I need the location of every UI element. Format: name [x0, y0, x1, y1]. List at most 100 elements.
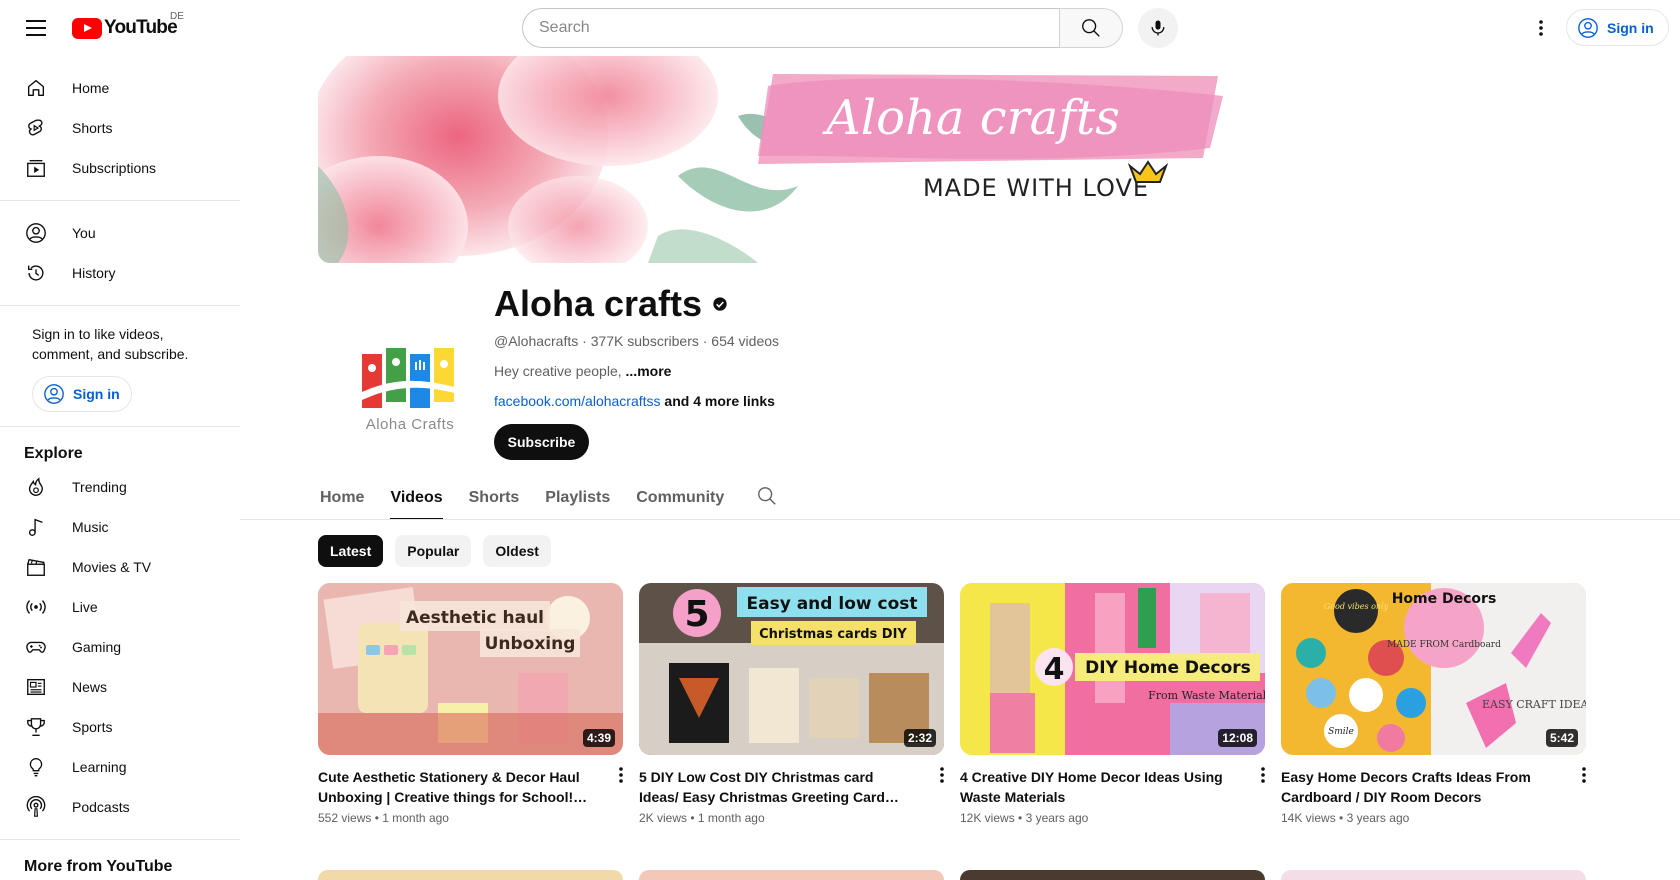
sidebar-item-you[interactable]: You [0, 213, 240, 253]
video-duration: 2:32 [903, 729, 936, 747]
music-icon [24, 515, 48, 539]
sidebar-item-movies[interactable]: Movies & TV [0, 547, 240, 587]
search-button[interactable] [1059, 8, 1123, 48]
video-thumbnail[interactable] [318, 870, 623, 880]
video-menu-button[interactable] [914, 767, 944, 807]
sidebar-item-home[interactable]: Home [0, 68, 240, 108]
sort-chips: Latest Popular Oldest [318, 535, 551, 567]
channel-name: Aloha crafts [494, 283, 728, 325]
sidebar-item-news[interactable]: News [0, 667, 240, 707]
sidebar: Home Shorts Subscriptions You History Si… [0, 56, 240, 876]
history-icon [24, 261, 48, 285]
live-icon [24, 595, 48, 619]
thumb-text-5: Smile [1328, 727, 1354, 737]
tabs-divider [240, 519, 1680, 520]
thumb-text-1: Home Decors [1392, 591, 1497, 607]
video-thumbnail[interactable] [1281, 870, 1586, 880]
video-title[interactable]: 5 DIY Low Cost DIY Christmas card Ideas/… [639, 767, 914, 807]
video-views: 12K views [960, 811, 1015, 825]
video-duration: 12:08 [1218, 729, 1257, 747]
video-thumbnail[interactable]: 4 DIY Home Decors From Waste Materials 1… [960, 583, 1265, 755]
video-views: 2K views [639, 811, 688, 825]
video-age: 3 years ago [1025, 811, 1089, 825]
sidebar-sign-in-button[interactable]: Sign in [32, 376, 132, 412]
sidebar-item-podcasts[interactable]: Podcasts [0, 787, 240, 827]
movies-icon [24, 555, 48, 579]
search-input[interactable] [522, 8, 1059, 48]
channel-description-text: Hey creative people, [494, 363, 626, 379]
sign-in-button[interactable]: Sign in [1566, 9, 1669, 46]
sidebar-item-subscriptions[interactable]: Subscriptions [0, 148, 240, 188]
thumb-text-2: From Waste Materials [1148, 689, 1265, 702]
youtube-logo[interactable]: YouTube DE [72, 11, 184, 39]
more-vert-icon [1539, 20, 1543, 36]
video-thumbnail[interactable] [960, 870, 1265, 880]
sidebar-item-sports[interactable]: Sports [0, 707, 240, 747]
banner-artwork: Aloha crafts MADE WITH LOVE [318, 56, 1238, 263]
sidebar-item-gaming[interactable]: Gaming [0, 627, 240, 667]
microphone-icon [1151, 20, 1165, 36]
chip-latest[interactable]: Latest [318, 535, 384, 567]
sidebar-item-label: Subscriptions [72, 160, 157, 176]
avatar-label: Aloha Crafts [365, 415, 455, 433]
settings-menu-button[interactable] [1526, 13, 1556, 43]
youtube-play-icon [72, 17, 102, 39]
more-links-button[interactable]: and 4 more links [661, 393, 775, 409]
sidebar-item-history[interactable]: History [0, 253, 240, 293]
tab-playlists[interactable]: Playlists [545, 478, 610, 518]
video-thumbnail[interactable]: 5 Easy and low cost Christmas cards DIY … [639, 583, 944, 755]
more-vert-icon [1261, 767, 1265, 783]
thumbnail-art: 5 Easy and low cost Christmas cards DIY [639, 583, 944, 755]
video-age: 1 month ago [382, 811, 449, 825]
search-bar [522, 8, 1123, 48]
video-age: 1 month ago [697, 811, 765, 825]
channel-banner: Aloha crafts MADE WITH LOVE [318, 56, 1238, 263]
chip-oldest[interactable]: Oldest [483, 535, 551, 567]
home-icon [24, 76, 48, 100]
menu-icon[interactable] [22, 14, 50, 42]
thumb-text-2: Unboxing [485, 634, 576, 654]
banner-tagline: MADE WITH LOVE [923, 174, 1149, 202]
thumb-text-3: EASY CRAFT IDEAS [1482, 698, 1586, 711]
video-title[interactable]: 4 Creative DIY Home Decor Ideas Using Wa… [960, 767, 1235, 807]
tab-videos[interactable]: Videos [390, 478, 443, 520]
chip-popular[interactable]: Popular [395, 535, 472, 567]
thumb-text-1: DIY Home Decors [1085, 658, 1251, 678]
sidebar-divider [0, 839, 240, 840]
explore-title: Explore [24, 445, 83, 462]
sidebar-item-label: Trending [72, 479, 127, 495]
video-title[interactable]: Cute Aesthetic Stationery & Decor Haul U… [318, 767, 593, 807]
sidebar-item-label: Sports [72, 719, 113, 735]
video-thumbnail[interactable]: Good vibes only Smile Home Decors MADE F… [1281, 583, 1586, 755]
subscribe-button[interactable]: Subscribe [494, 424, 589, 460]
video-menu-button[interactable] [593, 767, 623, 807]
tab-community[interactable]: Community [636, 478, 724, 518]
tab-home[interactable]: Home [320, 478, 364, 518]
tab-shorts[interactable]: Shorts [469, 478, 520, 518]
video-menu-button[interactable] [1556, 767, 1586, 807]
channel-links: facebook.com/alohacraftss and 4 more lin… [494, 393, 775, 409]
video-card: Aesthetic haul Unboxing 4:39 Cute Aesthe… [318, 583, 623, 825]
channel-description[interactable]: Hey creative people, ...more [494, 363, 671, 379]
podcasts-icon [24, 795, 48, 819]
sidebar-item-music[interactable]: Music [0, 507, 240, 547]
video-meta: 12K views • 3 years ago [960, 811, 1089, 825]
video-card: 5 Easy and low cost Christmas cards DIY … [639, 583, 944, 825]
sidebar-item-shorts[interactable]: Shorts [0, 108, 240, 148]
sidebar-divider [0, 305, 240, 306]
top-bar: YouTube DE Sign in [0, 0, 1680, 56]
sidebar-item-trending[interactable]: Trending [0, 467, 240, 507]
sidebar-item-label: News [72, 679, 108, 695]
video-thumbnail[interactable] [639, 870, 944, 880]
video-menu-button[interactable] [1235, 767, 1265, 807]
voice-search-button[interactable] [1138, 8, 1178, 48]
sidebar-item-live[interactable]: Live [0, 587, 240, 627]
video-card: Good vibes only Smile Home Decors MADE F… [1281, 583, 1586, 825]
description-more-link[interactable]: ...more [626, 363, 672, 379]
facebook-link[interactable]: facebook.com/alohacraftss [494, 393, 661, 409]
sidebar-item-learning[interactable]: Learning [0, 747, 240, 787]
video-thumbnail[interactable]: Aesthetic haul Unboxing 4:39 [318, 583, 623, 755]
video-title[interactable]: Easy Home Decors Crafts Ideas From Cardb… [1281, 767, 1556, 807]
channel-search-button[interactable] [756, 485, 778, 512]
sign-in-label: Sign in [1607, 19, 1654, 36]
